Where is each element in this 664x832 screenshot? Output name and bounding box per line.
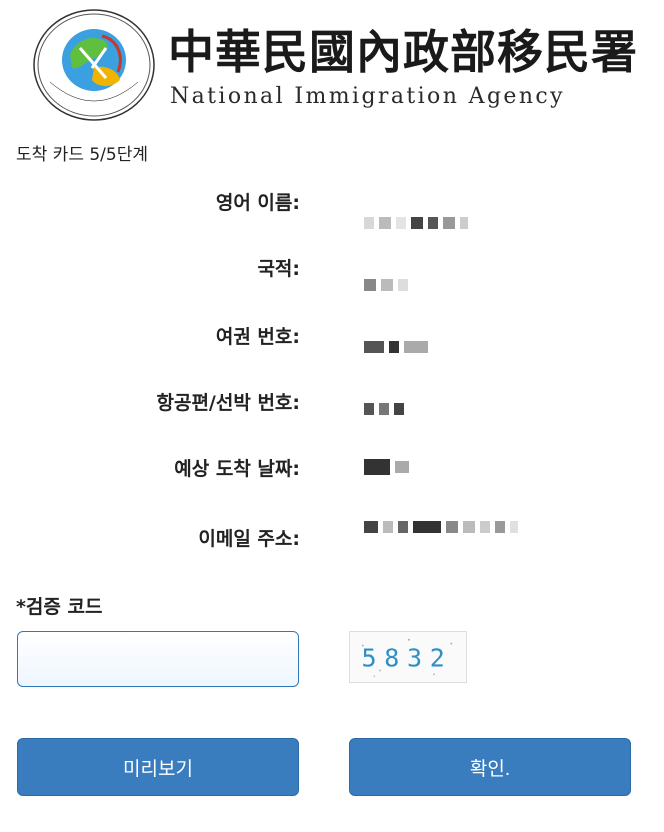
header: 中華民國內政部移民署 National Immigration Agency — [0, 0, 664, 128]
field-label-passport-number: 여권 번호: — [215, 326, 300, 348]
field-label-email: 이메일 주소: — [198, 528, 300, 550]
preview-button[interactable]: 미리보기 — [17, 738, 299, 796]
redacted-email — [364, 520, 518, 534]
field-label-arrival-date: 예상 도착 날짜: — [174, 458, 300, 480]
national-immigration-agency-logo — [33, 9, 155, 121]
captcha-input[interactable] — [17, 631, 299, 687]
field-label-nationality: 국적: — [257, 258, 300, 280]
field-label-english-name: 영어 이름: — [215, 192, 300, 214]
redacted-flight-number — [364, 402, 404, 416]
agency-name-en: National Immigration Agency — [170, 84, 565, 109]
confirm-button[interactable]: 확인. — [349, 738, 631, 796]
field-label-flight-number: 항공편/선박 번호: — [156, 392, 300, 414]
redacted-english-name — [364, 216, 468, 230]
redacted-nationality — [364, 278, 408, 292]
step-indicator: 도착 카드 5/5단계 — [16, 145, 149, 165]
agency-name-zh: 中華民國內政部移民署 — [168, 25, 638, 79]
captcha-image: 5832 — [349, 631, 467, 683]
redacted-passport-number — [364, 340, 428, 354]
captcha-label: *검증 코드 — [16, 596, 103, 618]
captcha-code: 5832 — [362, 644, 453, 673]
redacted-arrival-date — [364, 459, 409, 475]
